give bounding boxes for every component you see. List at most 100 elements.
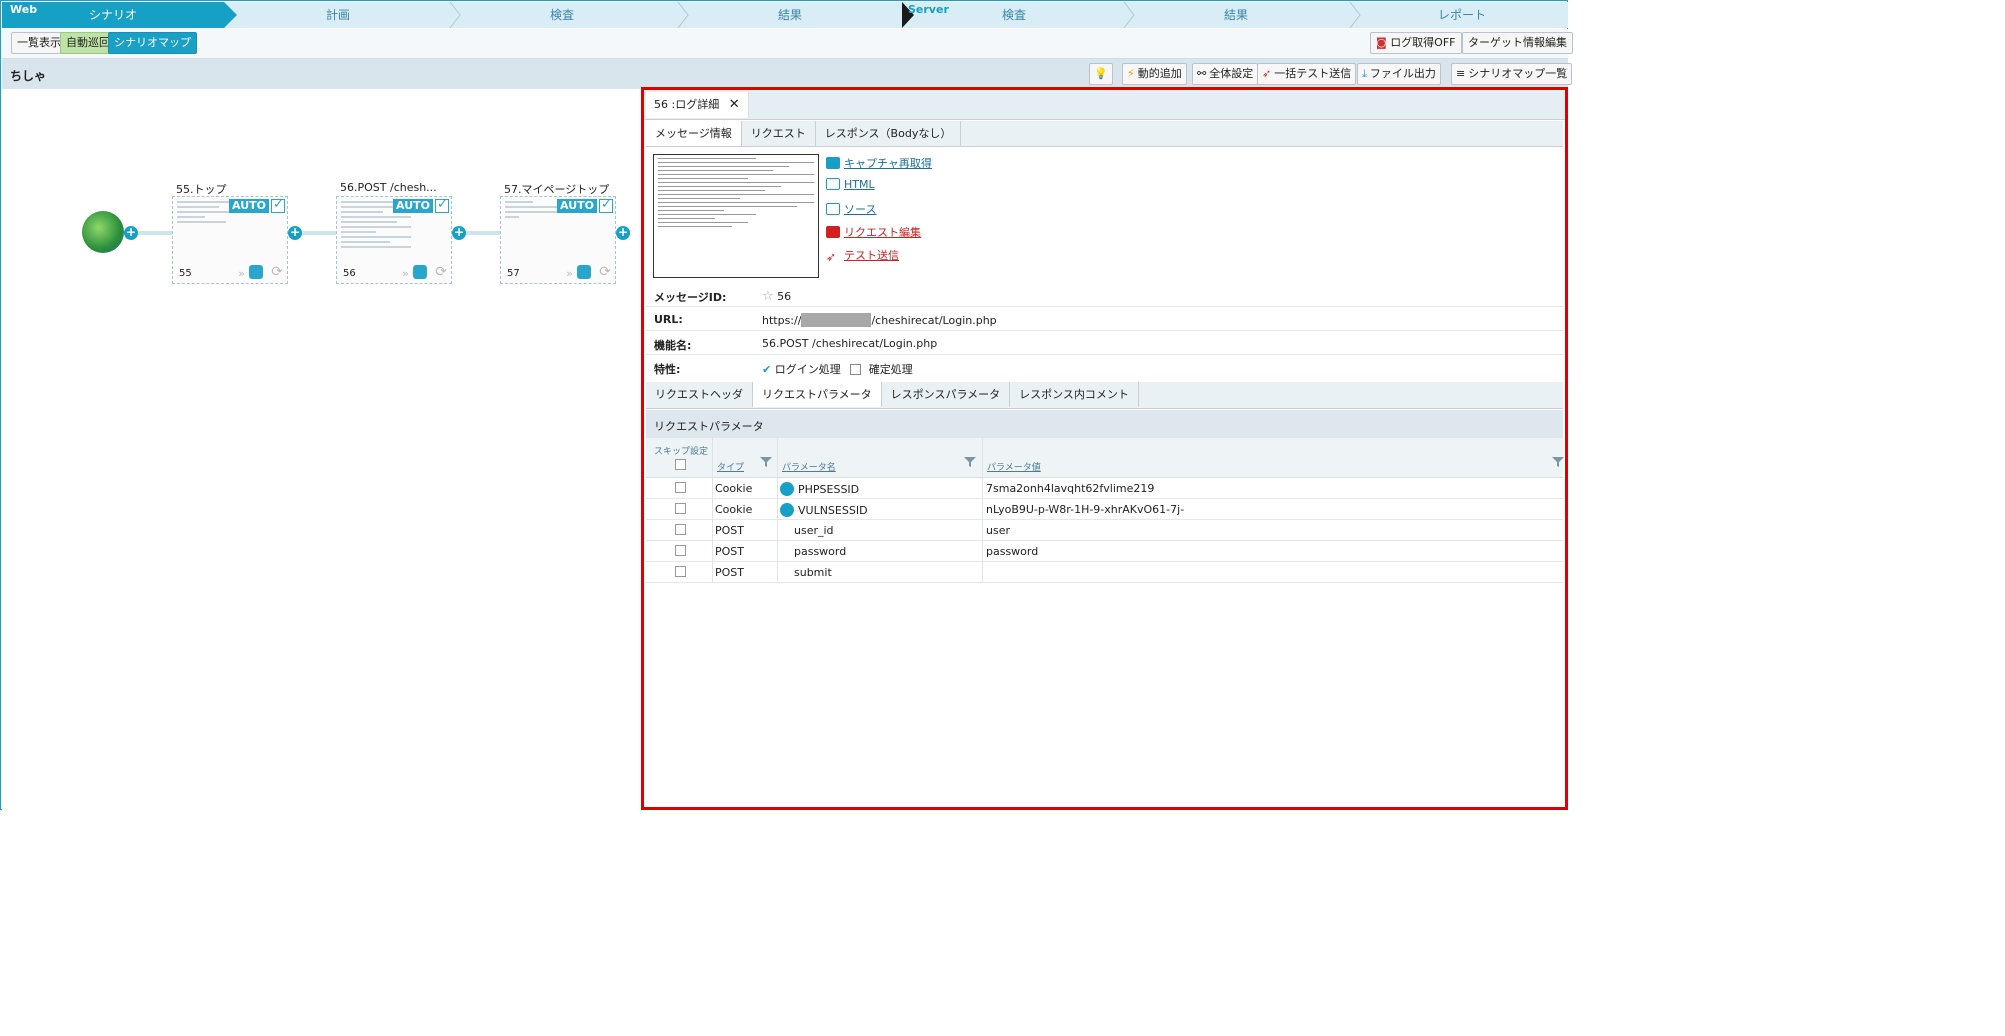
close-icon[interactable]: ✕ <box>729 97 740 112</box>
step-inspect-server[interactable]: 検査 <box>914 2 1114 28</box>
refresh-icon[interactable]: ⟳ <box>435 264 447 280</box>
chevron-right-icon <box>448 2 462 28</box>
add-node-icon[interactable]: + <box>288 226 302 240</box>
table-row[interactable]: Cookie VULNSESSID nLyoB9U-p-W8r-1H-9-xhr… <box>646 499 1563 520</box>
log-toggle-label: ログ取得OFF <box>1390 36 1456 49</box>
source-link[interactable]: ソース <box>826 201 876 217</box>
param-type: POST <box>715 524 744 537</box>
node-checkbox[interactable] <box>599 197 613 213</box>
scenario-map-canvas: + 55.トップ AUTO 55 » ⟳ + 56.POST /chesh...… <box>2 89 642 810</box>
file-output-label: ファイル出力 <box>1369 67 1436 80</box>
select-all-checkbox[interactable] <box>675 459 686 470</box>
skip-checkbox[interactable] <box>675 566 686 577</box>
scenario-header: ちしゃ 💡 ⚡ 動的追加 ⚯ 全体設定 ➶ 一括テスト送信 ⤓ ファイル出力 ≡ シナリオ… <box>2 59 1573 89</box>
step-report[interactable]: レポート <box>1362 2 1562 28</box>
node-checkbox[interactable] <box>435 197 449 213</box>
dynamic-add-button[interactable]: ⚡ 動的追加 <box>1122 63 1187 85</box>
skip-checkbox[interactable] <box>675 524 686 535</box>
tab-request-header[interactable]: リクエストヘッダ <box>646 382 753 407</box>
table-row[interactable]: POST submit <box>646 562 1563 583</box>
map-list-button[interactable]: ≡ シナリオマップ一覧 <box>1451 63 1573 85</box>
add-node-icon[interactable]: + <box>452 226 466 240</box>
param-name: VULNSESSID <box>780 503 868 517</box>
auto-badge: AUTO <box>557 199 597 213</box>
lightbulb-icon: 💡 <box>1094 67 1108 80</box>
start-node-icon[interactable] <box>82 211 124 253</box>
html-link[interactable]: HTML <box>826 178 875 191</box>
filter-icon[interactable] <box>1552 456 1564 468</box>
check-icon: ✔ <box>762 363 772 376</box>
refresh-icon[interactable]: ⟳ <box>271 264 283 280</box>
parameter-tabs: リクエストヘッダ リクエストパラメータ レスポンスパラメータ レスポンス内コメン… <box>646 382 1563 409</box>
scenario-node-card[interactable]: AUTO 55 » ⟳ <box>172 196 288 284</box>
step-label: 検査 <box>1001 8 1026 22</box>
node-checkbox[interactable] <box>271 197 285 213</box>
lightning-icon: ⚡ <box>1127 67 1135 80</box>
param-type: Cookie <box>715 503 753 516</box>
tab-message-info[interactable]: メッセージ情報 <box>646 121 742 146</box>
list-icon: ≡ <box>1456 67 1466 80</box>
skip-checkbox[interactable] <box>675 482 686 493</box>
step-result-server[interactable]: 結果 <box>1136 2 1336 28</box>
tab-request[interactable]: リクエスト <box>742 121 816 146</box>
refresh-icon[interactable]: ⟳ <box>599 264 611 280</box>
map-list-label: シナリオマップ一覧 <box>1468 67 1568 80</box>
function-name-row: 機能名: 56.POST /cheshirecat/Login.php <box>646 331 1563 355</box>
tab-response[interactable]: レスポンス（Bodyなし） <box>816 121 962 146</box>
scenario-map-button[interactable]: シナリオマップ <box>108 32 197 54</box>
chevron-right-icon <box>1348 2 1362 28</box>
star-icon[interactable]: ☆ <box>762 289 774 304</box>
log-detail-panel: 56 :ログ詳細 ✕ メッセージ情報 リクエスト レスポンス（Bodyなし） キ… <box>641 87 1568 810</box>
global-settings-button[interactable]: ⚯ 全体設定 <box>1192 63 1259 85</box>
add-node-icon[interactable]: + <box>124 226 138 240</box>
target-edit-button[interactable]: ターゲット情報編集 <box>1462 32 1573 54</box>
scenario-title: ちしゃ <box>10 69 47 83</box>
skip-checkbox[interactable] <box>675 503 686 514</box>
node-number: 57 <box>507 268 520 279</box>
scenario-node-card[interactable]: AUTO 57 » ⟳ <box>500 196 616 284</box>
view-toolbar: 一覧表示 自動巡回 シナリオマップ ◙ ログ取得OFF ターゲット情報編集 <box>2 29 1573 59</box>
global-settings-label: 全体設定 <box>1209 67 1254 80</box>
param-value: nLyoB9U-p-W8r-1H-9-xhrAKvO61-7j- <box>986 503 1185 516</box>
filter-icon[interactable] <box>760 456 772 468</box>
log-toggle-button[interactable]: ◙ ログ取得OFF <box>1370 32 1462 54</box>
scenario-node-card[interactable]: AUTO 56 » ⟳ <box>336 196 452 284</box>
skip-checkbox[interactable] <box>675 545 686 556</box>
connector <box>138 231 172 235</box>
param-name: password <box>794 545 847 558</box>
database-icon <box>249 265 263 279</box>
step-inspect-web[interactable]: 検査 <box>462 2 662 28</box>
hint-bulb-button[interactable]: 💡 <box>1089 63 1113 85</box>
step-plan[interactable]: 計画 <box>238 2 438 28</box>
param-name-text: VULNSESSID <box>798 504 868 517</box>
table-row[interactable]: POST user_id user <box>646 520 1563 541</box>
message-subtabs: メッセージ情報 リクエスト レスポンス（Bodyなし） <box>646 121 1563 147</box>
recapture-link[interactable]: キャプチャ再取得 <box>826 155 932 171</box>
log-detail-tab[interactable]: 56 :ログ詳細 ✕ <box>646 92 749 118</box>
table-row[interactable]: POST password password <box>646 541 1563 562</box>
capture-thumbnail[interactable] <box>653 154 819 278</box>
tab-request-params[interactable]: リクエストパラメータ <box>753 382 882 407</box>
step-label: 結果 <box>1223 8 1248 22</box>
step-label: 計画 <box>325 8 350 22</box>
step-result-web[interactable]: 結果 <box>690 2 890 28</box>
camera-icon <box>826 157 840 169</box>
param-value: user <box>986 524 1010 537</box>
message-id-row: メッセージID: ☆ 56 <box>646 283 1563 307</box>
filter-icon[interactable] <box>964 456 976 468</box>
tab-response-params[interactable]: レスポンスパラメータ <box>882 382 1011 407</box>
field-label: 機能名: <box>654 339 692 352</box>
table-row[interactable]: Cookie PHPSESSID 7sma2onh4lavqht62fvlime… <box>646 478 1563 499</box>
test-send-link[interactable]: ➶ テスト送信 <box>826 247 899 263</box>
edit-request-link[interactable]: リクエスト編集 <box>826 224 921 240</box>
file-output-button[interactable]: ⤓ ファイル出力 <box>1357 63 1441 85</box>
section-title: リクエストパラメータ <box>654 420 764 433</box>
add-node-icon[interactable]: + <box>616 226 630 240</box>
dynamic-add-label: 動的追加 <box>1137 67 1182 80</box>
batch-test-button[interactable]: ➶ 一括テスト送信 <box>1257 63 1357 85</box>
list-view-button[interactable]: 一覧表示 <box>11 32 67 54</box>
web-tag: Web <box>10 3 38 16</box>
tab-response-comments[interactable]: レスポンス内コメント <box>1010 382 1139 407</box>
paper-plane-icon: ➶ <box>1262 67 1272 80</box>
confirm-checkbox[interactable] <box>850 364 862 375</box>
